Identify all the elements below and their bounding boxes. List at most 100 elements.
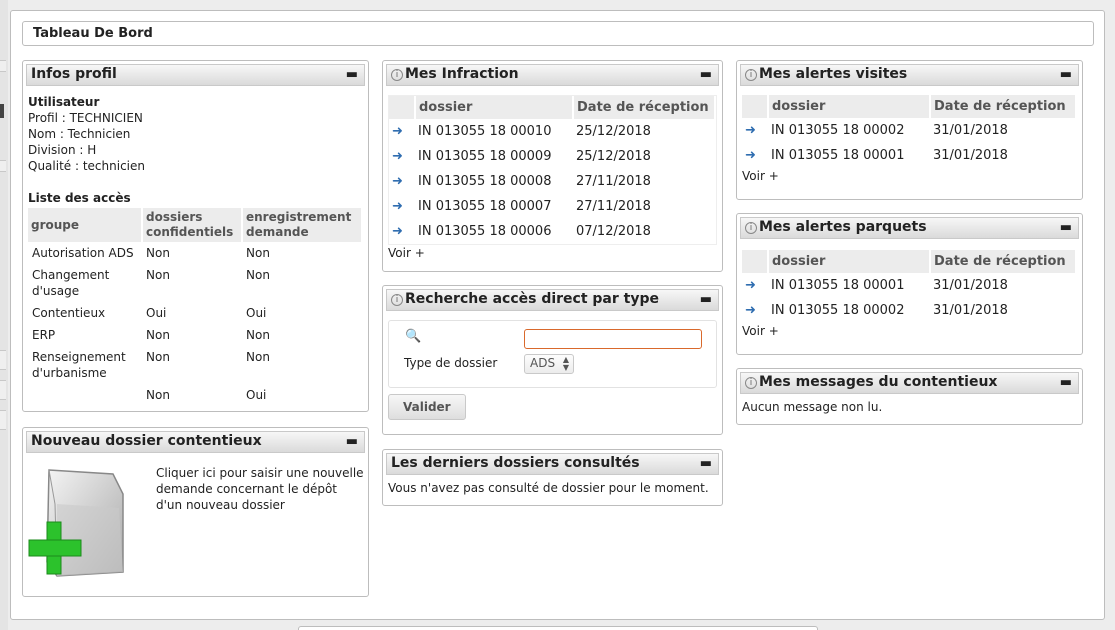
arrow-right-icon[interactable]: ➜	[742, 298, 768, 323]
minimize-icon[interactable]: ▬	[700, 292, 712, 307]
cell-date: 31/01/2018	[933, 123, 1008, 138]
cell: Oui	[146, 306, 167, 320]
minimize-icon[interactable]: ▬	[346, 67, 358, 82]
cell-dossier[interactable]: IN 013055 18 00002	[768, 298, 930, 323]
column-header: enregistrement demande	[242, 208, 363, 242]
cell-dossier[interactable]: IN 013055 18 00001	[768, 273, 930, 298]
widget-header: i Recherche accès direct par type ▬	[386, 289, 719, 311]
table-row[interactable]: ➜ IN 013055 18 00008 27/11/2018	[389, 169, 715, 194]
table-row: Renseignement d'urbanisme Non Non	[28, 346, 362, 384]
widget-header: Les derniers dossiers consultés ▬	[386, 453, 719, 475]
profile-line: Division : H	[28, 143, 97, 157]
info-icon: i	[745, 377, 757, 389]
cell-date: 07/12/2018	[576, 224, 651, 239]
cell: Non	[146, 246, 170, 260]
table-row: Non Oui	[28, 384, 362, 406]
cell-dossier[interactable]: IN 013055 18 00009	[415, 144, 573, 169]
minimize-icon[interactable]: ▬	[1060, 67, 1072, 82]
widget-title: Mes messages du contentieux	[759, 374, 998, 390]
voir-plus-link[interactable]: Voir +	[388, 246, 717, 260]
cell-dossier[interactable]: IN 013055 18 00010	[415, 119, 573, 144]
cell-date: 25/12/2018	[576, 149, 651, 164]
arrow-right-icon[interactable]: ➜	[389, 219, 415, 244]
widget-header: i Mes messages du contentieux ▬	[740, 372, 1079, 394]
arrow-right-icon[interactable]: ➜	[742, 118, 768, 143]
cell-dossier[interactable]: IN 013055 18 00006	[415, 219, 573, 244]
column-header-blank	[742, 95, 769, 118]
select-value: ADS	[530, 356, 556, 370]
cell: Non	[246, 246, 270, 260]
arrow-right-icon[interactable]: ➜	[742, 143, 768, 168]
minimize-icon[interactable]: ▬	[1060, 220, 1072, 235]
access-table: groupe dossiers confidentiels enregistre…	[28, 208, 363, 406]
cell: Non	[146, 388, 170, 402]
arrow-right-icon[interactable]: ➜	[389, 194, 415, 219]
minimize-icon[interactable]: ▬	[700, 67, 712, 82]
arrow-right-icon[interactable]: ➜	[389, 169, 415, 194]
cell-dossier[interactable]: IN 013055 18 00007	[415, 194, 573, 219]
arrow-right-icon[interactable]: ➜	[389, 119, 415, 144]
arrow-right-icon[interactable]: ➜	[389, 144, 415, 169]
cell	[28, 384, 142, 406]
widget-messages: i Mes messages du contentieux ▬ Aucun mes…	[736, 368, 1083, 425]
column-header-blank	[389, 96, 416, 119]
valider-button[interactable]: Valider	[388, 394, 466, 420]
table-row: Autorisation ADS Non Non	[28, 242, 362, 264]
cell-dossier[interactable]: IN 013055 18 00002	[768, 118, 930, 143]
info-icon: i	[745, 69, 757, 81]
column-header-blank	[742, 250, 769, 273]
cell: Non	[246, 350, 270, 364]
search-input[interactable]	[524, 329, 702, 349]
cell-dossier[interactable]: IN 013055 18 00001	[768, 143, 930, 168]
table-row[interactable]: ➜ IN 013055 18 00002 31/01/2018	[742, 298, 1076, 323]
widget-title: Recherche accès direct par type	[405, 291, 659, 307]
table-row[interactable]: ➜ IN 013055 18 00007 27/11/2018	[389, 194, 715, 219]
widget-title: Mes alertes parquets	[759, 219, 927, 235]
minimize-icon[interactable]: ▬	[700, 456, 712, 471]
arrow-right-icon[interactable]: ➜	[742, 273, 768, 298]
voir-plus-link[interactable]: Voir +	[742, 169, 1077, 183]
voir-plus-link[interactable]: Voir +	[742, 324, 1077, 338]
minimize-icon[interactable]: ▬	[346, 434, 358, 449]
column-header: dossiers confidentiels	[142, 208, 243, 242]
folder-add-icon[interactable]	[27, 464, 131, 584]
type-dossier-select[interactable]: ADS ▲ ▼	[524, 354, 574, 374]
table-row: Contentieux Oui Oui	[28, 302, 362, 324]
cell-dossier[interactable]: IN 013055 18 00008	[415, 169, 573, 194]
widget-title: Infos profil	[31, 66, 117, 82]
page-title: Tableau De Bord	[22, 21, 1094, 46]
table-row[interactable]: ➜ IN 013055 18 00010 25/12/2018	[389, 119, 715, 144]
derniers-text: Vous n'avez pas consulté de dossier pour…	[388, 481, 709, 495]
type-dossier-label: Type de dossier	[404, 356, 498, 370]
cell: Oui	[246, 306, 267, 320]
spinner-arrows-icon: ▲ ▼	[562, 355, 569, 372]
column-header: dossier	[415, 96, 574, 119]
cell: Non	[246, 268, 270, 282]
info-icon: i	[745, 222, 757, 234]
widget-nouveau-dossier[interactable]: Nouveau dossier contentieux ▬ Cliquer ic…	[22, 427, 369, 597]
table-row: Changement d'usage Non Non	[28, 264, 362, 302]
cell-date: 25/12/2018	[576, 124, 651, 139]
table-row[interactable]: ➜ IN 013055 18 00001 31/01/2018	[742, 143, 1076, 168]
widget-infraction: i Mes Infraction ▬ dossier Date de récept…	[382, 60, 723, 272]
widget-header: Infos profil ▬	[26, 64, 365, 86]
table-row[interactable]: ➜ IN 013055 18 00002 31/01/2018	[742, 118, 1076, 143]
nouveau-text[interactable]: Cliquer ici pour saisir une nouvelle dem…	[156, 465, 366, 513]
user-heading: Utilisateur	[28, 95, 100, 109]
cell: Non	[146, 268, 170, 282]
widget-derniers: Les derniers dossiers consultés ▬ Vous n…	[382, 449, 723, 506]
widget-header: i Mes Infraction ▬	[386, 64, 719, 86]
cell: Contentieux	[32, 306, 106, 320]
visites-table: dossier Date de réception ➜ IN 013055 18 …	[742, 95, 1077, 168]
minimize-icon[interactable]: ▬	[1060, 375, 1072, 390]
table-row[interactable]: ➜ IN 013055 18 00006 07/12/2018	[389, 219, 715, 244]
table-row[interactable]: ➜ IN 013055 18 00001 31/01/2018	[742, 273, 1076, 298]
widget-header: i Mes alertes visites ▬	[740, 64, 1079, 86]
cell: Non	[246, 328, 270, 342]
table-row[interactable]: ➜ IN 013055 18 00009 25/12/2018	[389, 144, 715, 169]
profile-line: Qualité : technicien	[28, 159, 145, 173]
search-form: 🔍 Type de dossier ADS ▲ ▼	[388, 320, 717, 388]
cell-date: 31/01/2018	[933, 148, 1008, 163]
profile-line: Nom : Technicien	[28, 127, 131, 141]
widget-alertes-parquets: i Mes alertes parquets ▬ dossier Date de …	[736, 213, 1083, 355]
